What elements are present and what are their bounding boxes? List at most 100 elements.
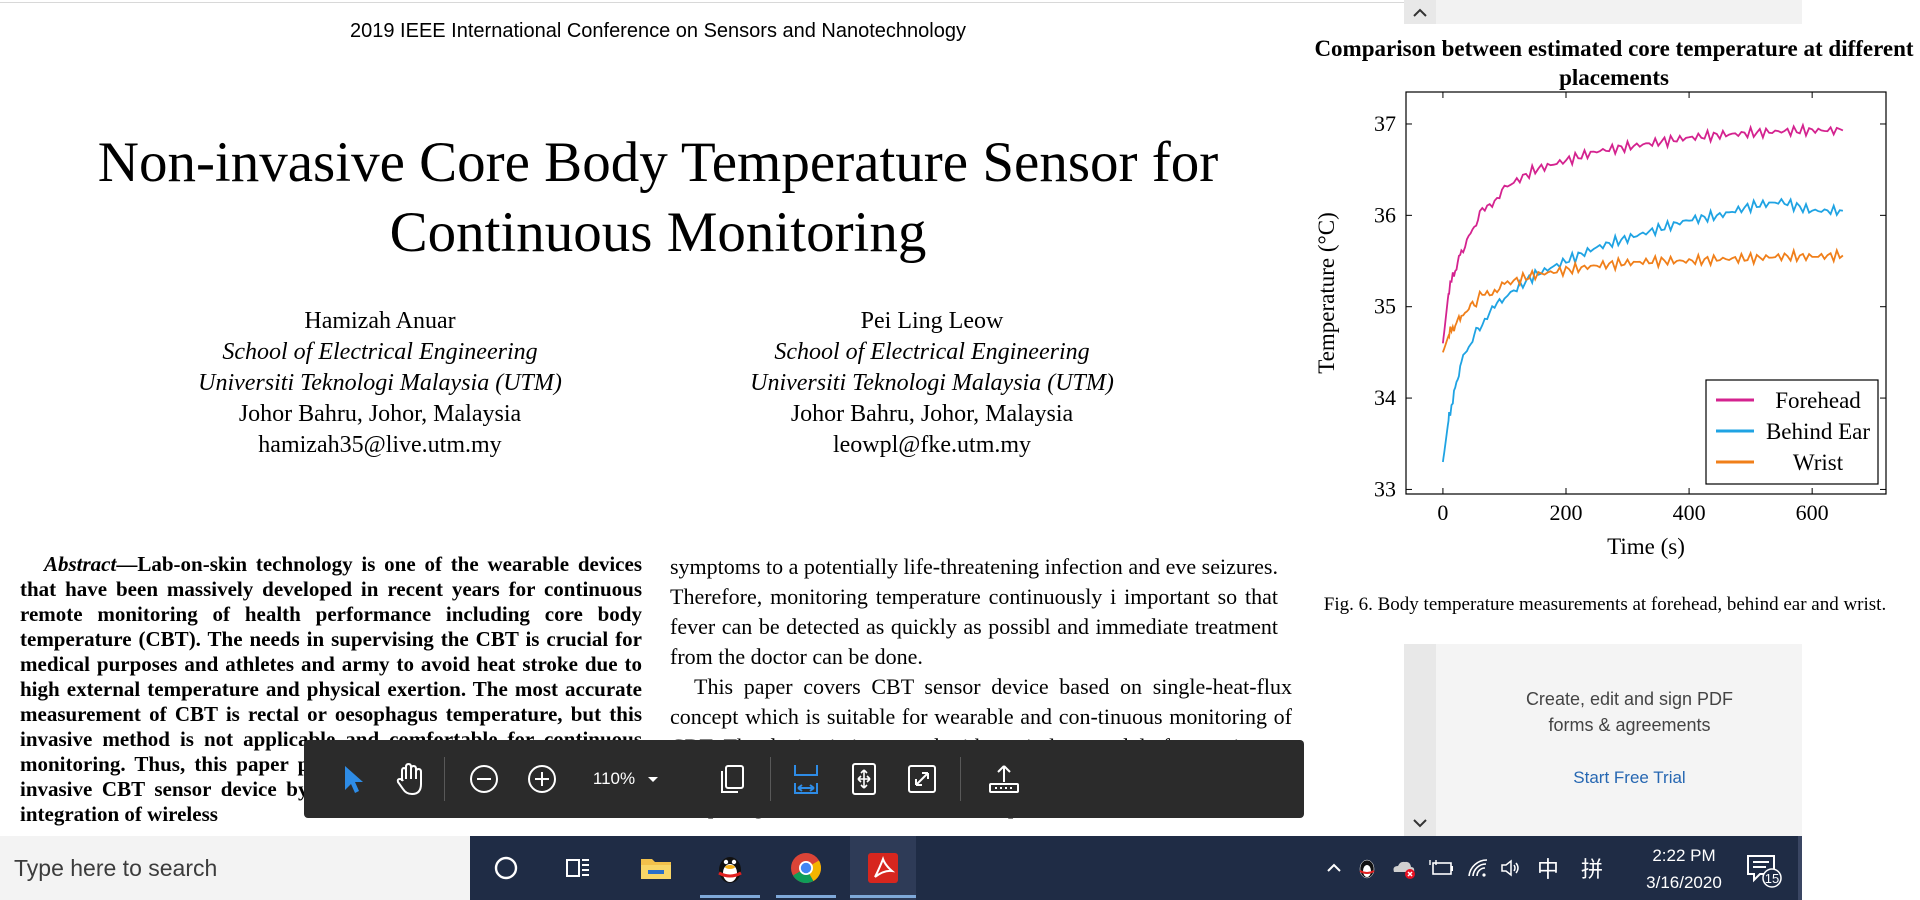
figure-caption: Fig. 6. Body temperature measurements at… bbox=[1323, 594, 1887, 615]
acrobat-icon bbox=[868, 853, 898, 883]
x-tick-label: 400 bbox=[1673, 500, 1706, 525]
paper-title-line1: Non-invasive Core Body Temperature Senso… bbox=[97, 131, 1219, 194]
chrome-icon bbox=[791, 853, 822, 884]
file-explorer-button[interactable] bbox=[626, 836, 686, 900]
search-placeholder: Type here to search bbox=[14, 855, 218, 881]
zoom-out-button[interactable] bbox=[456, 740, 512, 818]
ime-language-button[interactable]: 中 bbox=[1530, 836, 1566, 900]
copy-pages-icon bbox=[721, 765, 744, 793]
legend-label: Forehead bbox=[1775, 388, 1861, 413]
zoom-level: 110% bbox=[592, 769, 636, 788]
tray-overflow-button[interactable] bbox=[1320, 836, 1348, 900]
folder-icon bbox=[641, 859, 671, 879]
qq-button[interactable] bbox=[700, 836, 760, 900]
select-tool-button[interactable] bbox=[324, 740, 380, 818]
zoom-out-icon bbox=[470, 765, 498, 793]
taskbar-clock[interactable]: 2:22 PM 3/16/2020 bbox=[1636, 842, 1732, 896]
battery-plugged-icon bbox=[1429, 860, 1453, 875]
author-university: Universiti Teknologi Malaysia (UTM) bbox=[750, 370, 1114, 396]
share-button[interactable] bbox=[974, 740, 1034, 818]
ime-mode-button[interactable]: 拼 bbox=[1572, 836, 1612, 900]
conference-header: 2019 IEEE International Conference on Se… bbox=[350, 20, 966, 42]
legend-label: Wrist bbox=[1793, 450, 1844, 475]
y-tick-label: 36 bbox=[1374, 202, 1396, 227]
hand-tool-button[interactable] bbox=[382, 740, 438, 818]
zoom-level-dropdown[interactable]: 110% bbox=[582, 740, 676, 818]
y-tick-label: 33 bbox=[1374, 476, 1396, 501]
author-school: School of Electrical Engineering bbox=[222, 339, 538, 365]
chevron-up-icon bbox=[1327, 863, 1341, 872]
clock-date: 3/16/2020 bbox=[1646, 873, 1722, 892]
start-free-trial-link[interactable]: Start Free Trial bbox=[1436, 768, 1823, 788]
wifi-icon bbox=[1468, 859, 1488, 877]
author-name: Hamizah Anuar bbox=[304, 308, 456, 334]
toolbar-separator bbox=[960, 757, 961, 801]
scroll-up-button[interactable] bbox=[1404, 0, 1436, 24]
page-display-button[interactable] bbox=[704, 740, 760, 818]
author-school: School of Electrical Engineering bbox=[774, 339, 1090, 365]
chevron-down-icon bbox=[1413, 819, 1427, 828]
author-location: Johor Bahru, Johor, Malaysia bbox=[790, 401, 1074, 427]
promo-line2: forms & agreements bbox=[1548, 715, 1711, 735]
author-block-2: Pei Ling Leow School of Electrical Engin… bbox=[652, 306, 1212, 461]
fit-page-icon bbox=[852, 763, 876, 795]
scroll-down-button[interactable] bbox=[1404, 812, 1436, 834]
toolbar-separator bbox=[444, 757, 445, 801]
abstract-label: Abstract bbox=[44, 552, 117, 576]
body-paragraph: symptoms to a potentially life-threateni… bbox=[670, 554, 1278, 669]
acrobat-running-indicator bbox=[850, 895, 916, 898]
x-axis-label: Time (s) bbox=[1607, 534, 1685, 559]
temperature-chart: 0 200 400 600 33 34 35 36 37 Time (s) Temperature … bbox=[1314, 91, 1887, 559]
acrobat-button[interactable] bbox=[850, 836, 916, 900]
page-gap bbox=[1404, 0, 1802, 24]
zoom-in-button[interactable] bbox=[514, 740, 570, 818]
full-screen-icon bbox=[908, 765, 936, 793]
author-email: hamizah35@live.utm.my bbox=[258, 432, 502, 458]
side-scroll-track[interactable] bbox=[1404, 644, 1436, 837]
legend-label: Behind Ear bbox=[1766, 419, 1870, 444]
tray-battery[interactable] bbox=[1426, 836, 1458, 900]
chevron-up-icon bbox=[1413, 8, 1427, 17]
floating-toolbar: 110% bbox=[304, 740, 1304, 818]
chrome-running-indicator bbox=[776, 895, 836, 898]
task-view-icon bbox=[566, 859, 589, 877]
action-center-button[interactable]: 15 bbox=[1734, 836, 1790, 900]
zoom-in-icon bbox=[528, 765, 556, 793]
y-tick-label: 35 bbox=[1374, 294, 1396, 319]
qq-tray-icon bbox=[1359, 859, 1375, 879]
fit-page-button[interactable] bbox=[836, 740, 892, 818]
upload-tray-icon bbox=[989, 765, 1019, 793]
show-desktop-button[interactable] bbox=[1798, 836, 1802, 900]
x-tick-label: 0 bbox=[1437, 500, 1448, 525]
promo-panel bbox=[1436, 644, 1802, 837]
tray-qq[interactable] bbox=[1352, 836, 1382, 900]
fit-width-button[interactable] bbox=[778, 740, 834, 818]
tray-wifi[interactable] bbox=[1462, 836, 1494, 900]
caret-down-icon bbox=[648, 777, 659, 782]
full-screen-button[interactable] bbox=[894, 740, 950, 818]
y-tick-label: 34 bbox=[1374, 385, 1396, 410]
hand-icon bbox=[396, 762, 422, 796]
page-top-border bbox=[0, 2, 1404, 3]
tray-volume[interactable] bbox=[1494, 836, 1526, 900]
author-email: leowpl@fke.utm.my bbox=[832, 432, 1032, 458]
cloud-error-icon bbox=[1393, 861, 1415, 879]
author-block-1: Hamizah Anuar School of Electrical Engin… bbox=[100, 306, 660, 461]
paper-title-line2: Continuous Monitoring bbox=[389, 201, 927, 264]
series-line bbox=[1442, 122, 1844, 344]
arrow-cursor-icon bbox=[345, 766, 363, 793]
chrome-button[interactable] bbox=[776, 836, 836, 900]
x-tick-label: 600 bbox=[1796, 500, 1829, 525]
fit-width-icon bbox=[794, 765, 818, 794]
author-name: Pei Ling Leow bbox=[860, 308, 1004, 334]
cortana-button[interactable] bbox=[478, 836, 534, 900]
y-tick-label: 37 bbox=[1374, 111, 1396, 136]
tray-onedrive[interactable] bbox=[1388, 836, 1420, 900]
task-view-button[interactable] bbox=[550, 836, 606, 900]
speaker-icon bbox=[1501, 859, 1519, 877]
qq-penguin-icon bbox=[718, 857, 742, 883]
promo-text: Create, edit and sign PDF forms & agreem… bbox=[1436, 686, 1823, 738]
qq-running-indicator bbox=[700, 895, 760, 898]
clock-time: 2:22 PM bbox=[1652, 846, 1716, 865]
promo-line1: Create, edit and sign PDF bbox=[1525, 689, 1734, 709]
